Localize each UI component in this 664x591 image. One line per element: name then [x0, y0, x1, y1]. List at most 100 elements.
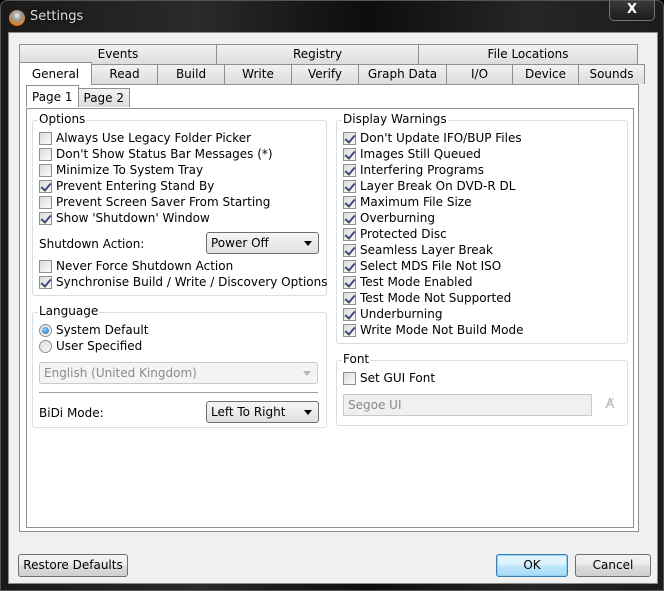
- language-group: Language System Default User Specified E…: [32, 304, 327, 428]
- warning-label: Underburning: [360, 307, 443, 321]
- warning-label: Write Mode Not Build Mode: [360, 323, 524, 337]
- display-warnings-title: Display Warnings: [342, 112, 448, 126]
- checkbox[interactable]: [343, 243, 356, 257]
- shutdown-action-value: Power Off: [211, 236, 269, 250]
- warning-overburning[interactable]: Overburning: [343, 210, 435, 226]
- set-gui-font-option[interactable]: Set GUI Font: [343, 370, 435, 386]
- shutdown-action-dropdown[interactable]: Power Off: [206, 232, 319, 254]
- checkbox[interactable]: [343, 147, 356, 161]
- option-show-shutdown-window[interactable]: Show 'Shutdown' Window: [39, 210, 210, 226]
- tab-registry[interactable]: Registry: [216, 44, 419, 64]
- warning-dont-update-ifo-bup[interactable]: Don't Update IFO/BUP Files: [343, 130, 522, 146]
- warning-label: Don't Update IFO/BUP Files: [360, 131, 522, 145]
- close-button[interactable]: X: [609, 1, 655, 21]
- chevron-down-icon: [303, 371, 311, 376]
- radio-label: User Specified: [56, 339, 143, 353]
- checkbox[interactable]: [343, 131, 356, 145]
- option-never-force-shutdown[interactable]: Never Force Shutdown Action: [39, 258, 233, 274]
- warning-label: Test Mode Enabled: [360, 275, 473, 289]
- option-legacy-folder-picker[interactable]: Always Use Legacy Folder Picker: [39, 130, 251, 146]
- checkbox[interactable]: [343, 291, 356, 305]
- tab-read[interactable]: Read: [91, 64, 158, 84]
- warning-underburning[interactable]: Underburning: [343, 306, 442, 322]
- dialog-client: Events Registry File Locations General R…: [8, 32, 658, 584]
- checkbox[interactable]: [343, 227, 356, 241]
- warning-test-mode-not-supported[interactable]: Test Mode Not Supported: [343, 290, 511, 306]
- option-label: Minimize To System Tray: [56, 163, 204, 177]
- title-bar: Settings X: [1, 1, 663, 33]
- option-label: Never Force Shutdown Action: [56, 259, 234, 273]
- option-prevent-standby[interactable]: Prevent Entering Stand By: [39, 178, 214, 194]
- tab-row-back: Events Registry File Locations: [19, 44, 638, 64]
- radio-user-specified[interactable]: User Specified: [39, 338, 142, 354]
- font-group: Font Set GUI Font Segoe UI A̸: [336, 352, 628, 426]
- checkbox[interactable]: [343, 275, 356, 289]
- warning-label: Interfering Programs: [360, 163, 484, 177]
- checkbox[interactable]: [39, 275, 52, 289]
- cancel-button[interactable]: Cancel: [575, 554, 651, 577]
- radio-system-default[interactable]: System Default: [39, 322, 148, 338]
- tab-build[interactable]: Build: [157, 64, 225, 84]
- checkbox[interactable]: [343, 211, 356, 225]
- checkbox[interactable]: [343, 179, 356, 193]
- option-minimize-to-tray[interactable]: Minimize To System Tray: [39, 162, 203, 178]
- checkbox[interactable]: [343, 323, 356, 337]
- checkbox[interactable]: [39, 259, 52, 273]
- tab-write[interactable]: Write: [224, 64, 292, 84]
- warning-layer-break-dvd-r-dl[interactable]: Layer Break On DVD-R DL: [343, 178, 515, 194]
- warning-maximum-file-size[interactable]: Maximum File Size: [343, 194, 471, 210]
- tab-general[interactable]: General: [19, 62, 92, 85]
- checkbox[interactable]: [343, 259, 356, 273]
- tab-row-front: General Read Build Write Verify Graph Da…: [19, 62, 645, 85]
- warning-protected-disc[interactable]: Protected Disc: [343, 226, 447, 242]
- warning-write-mode-not-build-mode[interactable]: Write Mode Not Build Mode: [343, 322, 523, 338]
- chevron-down-icon: [304, 241, 312, 246]
- tab-sounds[interactable]: Sounds: [578, 64, 645, 84]
- warning-select-mds-file[interactable]: Select MDS File Not ISO: [343, 258, 501, 274]
- font-picker-icon[interactable]: A̸: [602, 397, 618, 413]
- page-tabs: Page 1 Page 2: [26, 85, 130, 107]
- tab-page-2[interactable]: Page 2: [77, 88, 130, 107]
- tab-graph-data[interactable]: Graph Data: [358, 64, 447, 84]
- language-dropdown[interactable]: English (United Kingdom): [39, 362, 318, 384]
- warning-test-mode-enabled[interactable]: Test Mode Enabled: [343, 274, 472, 290]
- checkbox[interactable]: [39, 163, 52, 177]
- warning-interfering-programs[interactable]: Interfering Programs: [343, 162, 484, 178]
- warning-images-still-queued[interactable]: Images Still Queued: [343, 146, 481, 162]
- checkbox[interactable]: [343, 163, 356, 177]
- checkbox[interactable]: [343, 195, 356, 209]
- checkbox[interactable]: [39, 211, 52, 225]
- option-no-status-bar-messages[interactable]: Don't Show Status Bar Messages (*): [39, 146, 273, 162]
- tab-io[interactable]: I/O: [446, 64, 513, 84]
- checkbox[interactable]: [39, 147, 52, 161]
- language-group-title: Language: [38, 304, 100, 318]
- font-name-field[interactable]: Segoe UI: [343, 394, 592, 416]
- checkbox[interactable]: [39, 131, 52, 145]
- checkbox[interactable]: [343, 307, 356, 321]
- radio-button[interactable]: [39, 339, 52, 353]
- disc-app-icon: [9, 10, 25, 26]
- tab-verify[interactable]: Verify: [291, 64, 359, 84]
- warning-seamless-layer-break[interactable]: Seamless Layer Break: [343, 242, 493, 258]
- tab-file-locations[interactable]: File Locations: [418, 44, 638, 64]
- bidi-mode-dropdown[interactable]: Left To Right: [206, 401, 319, 423]
- checkbox[interactable]: [343, 371, 356, 385]
- warning-label: Protected Disc: [360, 227, 447, 241]
- warning-label: Overburning: [360, 211, 435, 225]
- ok-button[interactable]: OK: [496, 554, 568, 577]
- option-synchronise-options[interactable]: Synchronise Build / Write / Discovery Op…: [39, 274, 327, 290]
- tab-events[interactable]: Events: [19, 44, 217, 64]
- checkbox[interactable]: [39, 195, 52, 209]
- restore-defaults-button[interactable]: Restore Defaults: [18, 554, 128, 577]
- option-label: Always Use Legacy Folder Picker: [56, 131, 252, 145]
- font-group-title: Font: [342, 352, 371, 366]
- warning-label: Seamless Layer Break: [360, 243, 493, 257]
- checkbox[interactable]: [39, 179, 52, 193]
- tab-page-1[interactable]: Page 1: [26, 85, 79, 107]
- chevron-down-icon: [304, 410, 312, 415]
- divider: [39, 392, 318, 393]
- radio-button[interactable]: [39, 323, 52, 337]
- option-prevent-screensaver[interactable]: Prevent Screen Saver From Starting: [39, 194, 270, 210]
- warning-label: Select MDS File Not ISO: [360, 259, 502, 273]
- tab-device[interactable]: Device: [512, 64, 579, 84]
